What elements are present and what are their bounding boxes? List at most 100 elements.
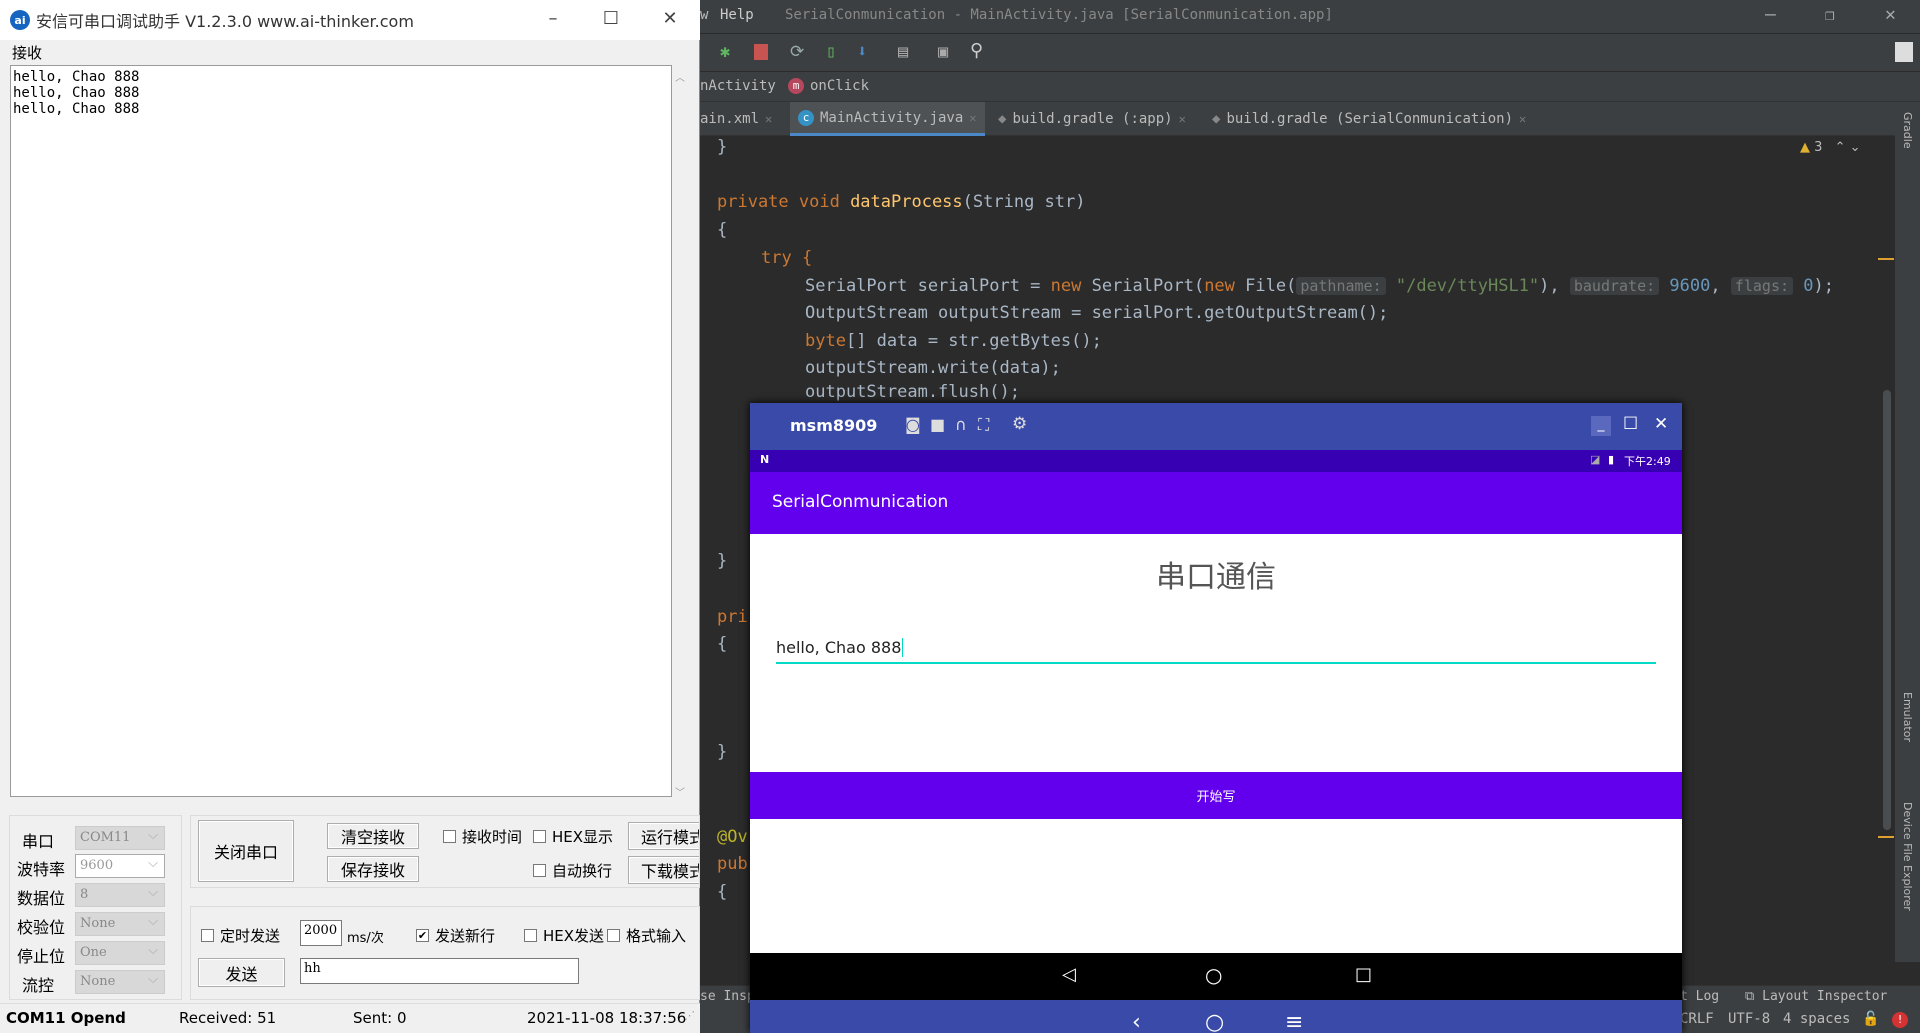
checkbox-box: ✔ <box>416 929 429 942</box>
warnings-indicator[interactable]: ▲ 3 ⌃ ⌄ <box>1800 140 1860 155</box>
gradle-tool[interactable]: Gradle <box>1901 112 1914 149</box>
code-line: { <box>717 882 728 902</box>
hex-display-checkbox[interactable]: HEX显示 <box>533 826 613 847</box>
close-button[interactable]: ✕ <box>1654 414 1668 434</box>
right-tool-strip: Gradle Emulator Device File Explorer <box>1895 102 1920 962</box>
emulator-tool[interactable]: Emulator <box>1901 692 1914 742</box>
checkbox-box <box>533 830 546 843</box>
breadcrumb-class[interactable]: nActivity <box>700 78 776 94</box>
debug-icon[interactable]: ✱ <box>720 42 730 62</box>
menu-help[interactable]: Help <box>720 7 754 23</box>
editor-scrollbar[interactable] <box>1883 390 1891 830</box>
ide-toolbar: ✱ ⟳ ▯ ⬇ ▤ ▣ ⚲ <box>700 34 1920 72</box>
close-button[interactable]: ✕ <box>655 8 685 29</box>
tab-label: build.gradle (SerialConmunication) <box>1226 111 1514 127</box>
receive-time-checkbox[interactable]: 接收时间 <box>443 826 522 847</box>
send-input[interactable]: hh <box>300 958 579 984</box>
video-icon[interactable]: ■ <box>930 415 945 434</box>
terminal-icon[interactable]: ▣ <box>938 42 948 62</box>
download-mode-button[interactable]: 下载模式 <box>628 856 699 884</box>
warning-marker <box>1878 258 1894 260</box>
minimize-button[interactable]: _ <box>1591 416 1611 436</box>
fullscreen-icon[interactable]: ⛶ <box>978 415 989 435</box>
send-button[interactable]: 发送 <box>198 958 285 987</box>
interval-input[interactable]: 2000 <box>300 920 342 946</box>
flow-control-label: 流控 <box>22 976 55 995</box>
back-icon[interactable]: ◁ <box>1062 964 1076 985</box>
tool-layout-inspector[interactable]: ⧉ Layout Inspector <box>1745 989 1887 1004</box>
gradle-sync-icon[interactable]: ⟳ <box>790 42 804 62</box>
line-separator[interactable]: CRLF <box>1680 1011 1714 1027</box>
maximize-button[interactable]: ☐ <box>596 8 626 29</box>
close-port-button[interactable]: 关闭串口 <box>198 820 294 882</box>
code-line: @Ov <box>717 827 748 847</box>
tab-build-gradle-app[interactable]: ◆ build.gradle (:app) ✕ <box>998 102 1186 136</box>
resize-grip[interactable]: ⋰ <box>684 1009 695 1022</box>
port-select[interactable]: COM11 <box>75 826 165 850</box>
project-structure-icon[interactable]: ▤ <box>898 42 908 62</box>
start-write-button[interactable]: 开始写 <box>750 772 1682 819</box>
receive-area[interactable]: hello, Chao 888 hello, Chao 888 hello, C… <box>10 65 672 797</box>
receive-scrollbar[interactable]: ︿ ﹀ <box>672 65 688 799</box>
camera-icon[interactable]: ◙ <box>905 415 921 434</box>
home-icon[interactable]: ○ <box>1205 1010 1224 1033</box>
clear-receive-button[interactable]: 清空接收 <box>327 823 419 849</box>
data-bits-label: 数据位 <box>17 889 66 908</box>
tool-inspection[interactable]: se Insp <box>700 989 755 1004</box>
parity-select[interactable]: None <box>75 912 165 936</box>
timed-send-checkbox[interactable]: 定时发送 <box>201 925 280 946</box>
menu-view[interactable]: w <box>700 7 708 23</box>
settings-icon[interactable]: ⚙ <box>1012 414 1027 434</box>
maximize-button[interactable]: ☐ <box>1623 414 1638 434</box>
tab-main-xml[interactable]: ain.xml ✕ <box>700 102 780 136</box>
close-icon[interactable]: ✕ <box>765 112 772 126</box>
save-receive-button[interactable]: 保存接收 <box>327 856 419 882</box>
warnings-count: 3 <box>1814 140 1823 155</box>
send-newline-checkbox[interactable]: ✔ 发送新行 <box>416 925 495 946</box>
minimize-button[interactable]: – <box>538 8 568 29</box>
close-icon[interactable]: ✕ <box>1179 112 1186 126</box>
lock-icon[interactable]: 🔓 <box>1862 1011 1879 1027</box>
user-icon[interactable] <box>1895 42 1913 62</box>
minimize-button[interactable]: – <box>1765 4 1776 25</box>
breadcrumb-method[interactable]: onClick <box>810 78 869 94</box>
sdk-manager-icon[interactable]: ⬇ <box>857 42 867 62</box>
indent[interactable]: 4 spaces <box>1783 1011 1850 1027</box>
message-input[interactable]: hello, Chao 888 <box>776 634 1656 664</box>
gradle-icon: ◆ <box>998 111 1007 127</box>
port-label: 串口 <box>22 832 55 851</box>
tool-logcat[interactable]: t Log <box>1680 989 1719 1004</box>
recents-icon[interactable]: □ <box>1355 964 1372 985</box>
format-input-checkbox[interactable]: 格式输入 <box>607 925 686 946</box>
code-line: OutputStream outputStream = serialPort.g… <box>805 303 1389 323</box>
close-icon[interactable]: ✕ <box>1519 112 1526 126</box>
status-time: 下午2:49 <box>1624 455 1671 468</box>
encoding[interactable]: UTF-8 <box>1728 1011 1770 1027</box>
search-icon[interactable]: ⚲ <box>970 40 983 61</box>
data-bits-select[interactable]: 8 <box>75 883 165 907</box>
flow-control-select[interactable]: None <box>75 970 165 994</box>
tab-mainactivity-java[interactable]: c MainActivity.java ✕ <box>790 102 985 136</box>
headphones-icon[interactable]: ∩ <box>955 415 967 434</box>
error-icon[interactable]: ! <box>1892 1012 1908 1028</box>
run-mode-button[interactable]: 运行模式 <box>628 822 699 850</box>
editor-tabs: ain.xml ✕ c MainActivity.java ✕ ◆ build.grad… <box>700 102 1920 136</box>
restore-button[interactable]: ❐ <box>1825 5 1835 24</box>
back-icon[interactable]: ‹ <box>1132 1010 1141 1033</box>
close-button[interactable]: ✕ <box>1885 4 1896 25</box>
device-file-explorer-tool[interactable]: Device File Explorer <box>1901 802 1914 911</box>
hex-send-checkbox[interactable]: HEX发送 <box>524 925 604 946</box>
app-title: SerialConmunication <box>772 492 949 512</box>
checkbox-box <box>201 929 214 942</box>
avd-manager-icon[interactable]: ▯ <box>826 42 836 62</box>
baud-select[interactable]: 9600 <box>75 854 165 878</box>
receive-label: 接收 <box>12 44 43 62</box>
tab-label: build.gradle (:app) <box>1012 111 1173 127</box>
auto-wrap-checkbox[interactable]: 自动换行 <box>533 860 612 881</box>
menu-icon[interactable]: ≡ <box>1285 1010 1303 1033</box>
stop-icon[interactable] <box>754 44 768 60</box>
tab-build-gradle-project[interactable]: ◆ build.gradle (SerialConmunication) ✕ <box>1212 102 1526 136</box>
stop-bits-select[interactable]: One <box>75 941 165 965</box>
home-icon[interactable]: ○ <box>1205 963 1222 987</box>
close-icon[interactable]: ✕ <box>969 111 976 125</box>
